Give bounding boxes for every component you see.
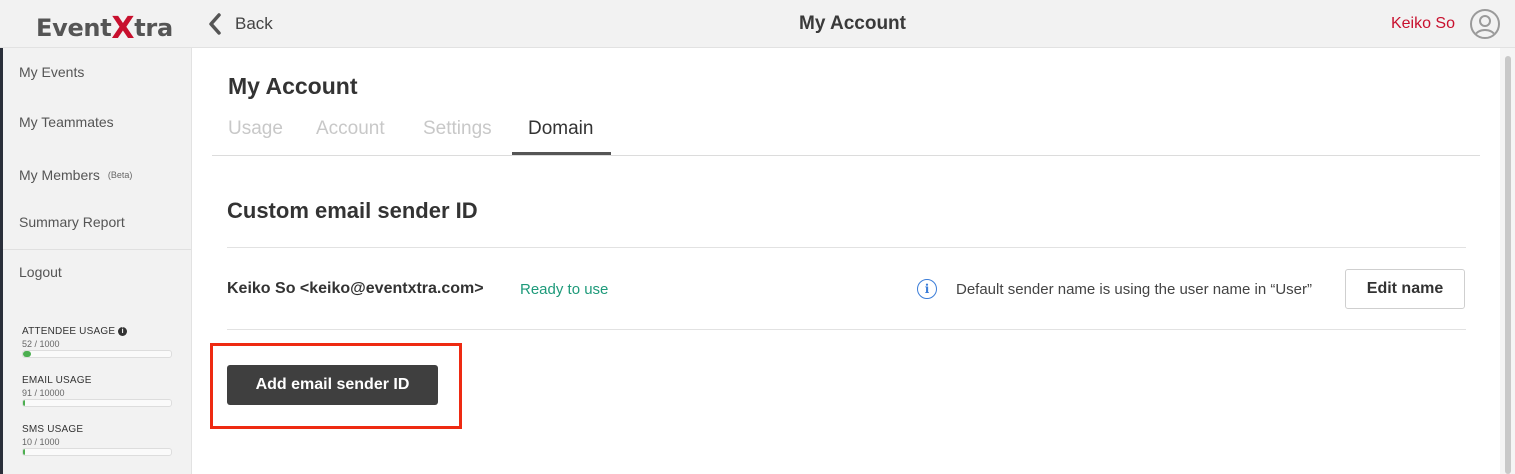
scroll-thumb[interactable] [1505, 56, 1511, 474]
top-bar: EventXtra Back My Account Keiko So [0, 0, 1515, 48]
attendee-usage-count: 52 / 1000 [22, 339, 60, 349]
sms-usage-fill [23, 449, 25, 455]
attendee-usage-label: ATTENDEE USAGE [22, 326, 116, 337]
page-title: My Account [228, 73, 358, 99]
sidebar-item-summary-report[interactable]: Summary Report [19, 214, 125, 230]
tab-bar: Usage Account Settings Domain [212, 110, 1480, 156]
user-avatar-icon [1474, 15, 1496, 37]
logo-text-post: tra [134, 14, 173, 42]
tab-settings[interactable]: Settings [423, 118, 492, 140]
add-email-sender-button[interactable]: Add email sender ID [227, 365, 438, 405]
email-usage-bar [22, 399, 172, 407]
sidebar-item-my-members[interactable]: My Members (Beta) [19, 167, 132, 183]
attendee-usage-bar [22, 350, 172, 358]
divider [227, 329, 1466, 330]
section-title: Custom email sender ID [227, 198, 478, 223]
sidebar-item-my-teammates[interactable]: My Teammates [19, 114, 114, 130]
sender-id: Keiko So <keiko@eventxtra.com> [227, 280, 484, 297]
sender-note: Default sender name is using the user na… [956, 281, 1313, 298]
avatar[interactable] [1470, 9, 1500, 39]
attendee-usage: ATTENDEE USAGE i 52 / 1000 [22, 326, 172, 358]
status-badge: Ready to use [520, 281, 609, 298]
active-tab-indicator [512, 152, 611, 155]
sms-usage-count: 10 / 1000 [22, 437, 60, 447]
info-icon[interactable]: i [118, 327, 128, 336]
beta-badge: (Beta) [107, 170, 133, 180]
attendee-usage-fill [23, 351, 31, 357]
email-usage-fill [23, 400, 25, 406]
logo-text-pre: Event [36, 14, 112, 42]
info-icon[interactable]: i [917, 279, 937, 299]
sidebar-item-my-events[interactable]: My Events [19, 64, 84, 80]
back-label: Back [235, 14, 273, 33]
tab-usage[interactable]: Usage [228, 118, 283, 140]
email-usage: EMAIL USAGE 91 / 10000 [22, 375, 172, 407]
email-usage-count: 91 / 10000 [22, 388, 65, 398]
tab-account[interactable]: Account [316, 118, 385, 140]
sms-usage: SMS USAGE 10 / 1000 [22, 424, 172, 456]
sidebar: My Events My Teammates My Members (Beta) … [3, 48, 192, 474]
sidebar-item-logout[interactable]: Logout [19, 264, 62, 280]
edit-name-button[interactable]: Edit name [1345, 269, 1465, 309]
user-name[interactable]: Keiko So [1391, 15, 1455, 33]
sidebar-item-label: My Members [19, 167, 100, 183]
chevron-left-icon [209, 13, 221, 35]
back-button[interactable]: Back [207, 12, 273, 36]
tab-domain[interactable]: Domain [528, 118, 593, 140]
logo-text-x: X [111, 11, 135, 46]
sidebar-divider [3, 249, 191, 250]
email-usage-label: EMAIL USAGE [22, 375, 92, 386]
usage-label-wrap: ATTENDEE USAGE i [22, 326, 172, 337]
sms-usage-bar [22, 448, 172, 456]
scrollbar[interactable] [1500, 48, 1515, 474]
eventxtra-logo[interactable]: EventXtra [36, 9, 173, 46]
sms-usage-label: SMS USAGE [22, 424, 84, 435]
divider [227, 247, 1466, 248]
